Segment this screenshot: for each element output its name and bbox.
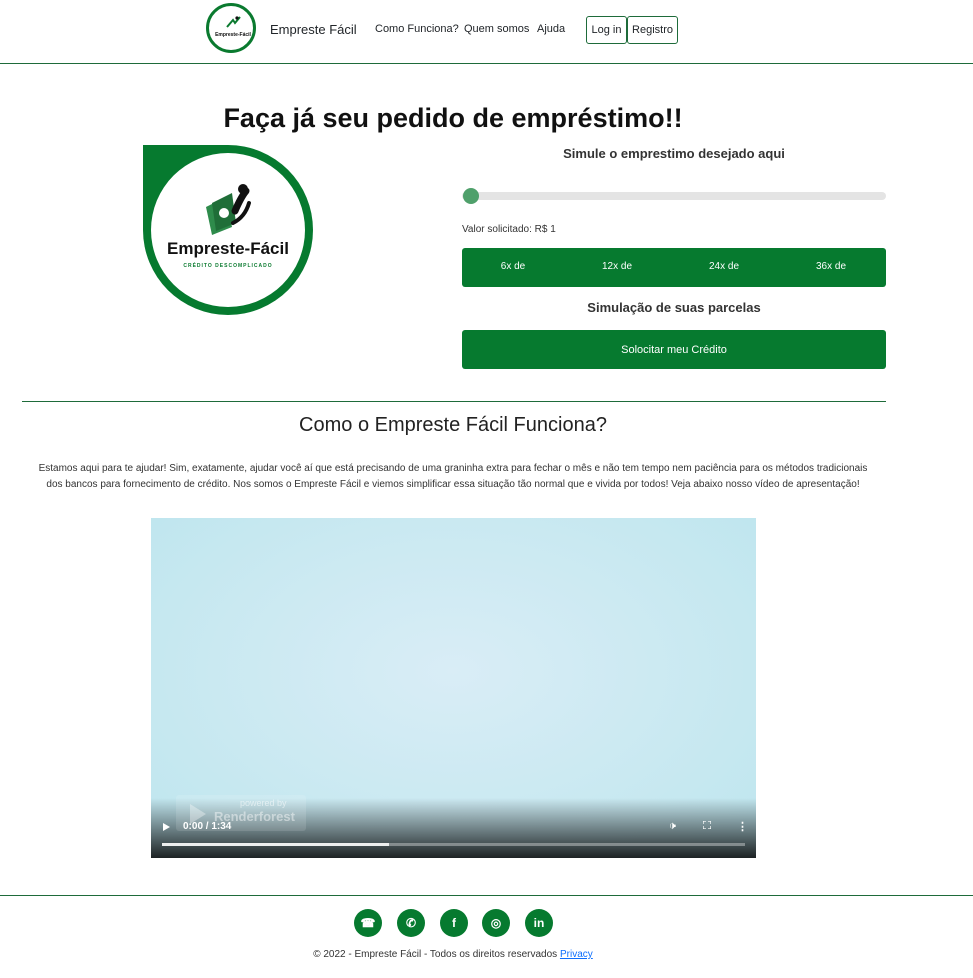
presentation-video[interactable]: powered by Renderforest 0:00 / 1:34 🕩 ⋮ bbox=[151, 518, 756, 858]
top-navbar: Empreste-Fácil Empreste Fácil Como Funci… bbox=[0, 0, 973, 64]
linkedin-icon[interactable]: in bbox=[525, 909, 553, 937]
nav-link-como-funciona[interactable]: Como Funciona? bbox=[375, 23, 459, 35]
empreste-facil-logo: Empreste-Fácil CRÉDITO DESCOMPLICADO bbox=[143, 145, 313, 315]
simulator-title: Simule o emprestimo desejado aqui bbox=[563, 146, 785, 161]
instagram-icon[interactable]: ◎ bbox=[482, 909, 510, 937]
nav-link-quem-somos[interactable]: Quem somos bbox=[464, 23, 529, 35]
installment-6x[interactable]: 6x de bbox=[483, 261, 543, 272]
facebook-icon[interactable]: f bbox=[440, 909, 468, 937]
nav-link-ajuda[interactable]: Ajuda bbox=[537, 23, 565, 35]
logo-title: Empreste-Fácil bbox=[167, 239, 289, 258]
video-time: 0:00 / 1:34 bbox=[183, 821, 232, 832]
section-divider bbox=[22, 401, 886, 402]
requested-value-label: Valor solicitado: R$ 1 bbox=[462, 224, 556, 235]
installments-title: Simulação de suas parcelas bbox=[587, 300, 761, 315]
video-buffered-bar bbox=[162, 843, 389, 846]
play-icon[interactable] bbox=[163, 823, 170, 831]
page-title: Faça já seu pedido de empréstimo!! bbox=[223, 103, 683, 133]
footer-copyright: © 2022 - Empreste Fácil - Todos os direi… bbox=[0, 949, 906, 960]
how-it-works-text: Estamos aqui para te ajudar! Sim, exatam… bbox=[38, 463, 868, 490]
whatsapp-icon[interactable]: ✆ bbox=[397, 909, 425, 937]
watermark-powered-by: powered by bbox=[240, 798, 287, 808]
more-options-icon[interactable]: ⋮ bbox=[737, 820, 748, 833]
brand-name[interactable]: Empreste Fácil bbox=[270, 22, 357, 37]
how-it-works-title: Como o Empreste Fácil Funciona? bbox=[299, 414, 607, 436]
copyright-text: © 2022 - Empreste Fácil - Todos os direi… bbox=[313, 949, 558, 960]
privacy-link[interactable]: Privacy bbox=[560, 949, 593, 960]
slider-thumb[interactable] bbox=[463, 188, 479, 204]
volume-icon[interactable]: 🕩 bbox=[669, 820, 676, 833]
register-button[interactable]: Registro bbox=[627, 16, 678, 44]
request-credit-button[interactable]: Solocitar meu Crédito bbox=[462, 330, 886, 369]
phone-icon[interactable]: ☎ bbox=[354, 909, 382, 937]
brand-logo-text: Empreste-Fácil bbox=[215, 32, 251, 38]
logo-figure-icon bbox=[226, 16, 241, 28]
footer-divider bbox=[0, 895, 973, 896]
logo-subtitle: CRÉDITO DESCOMPLICADO bbox=[183, 261, 272, 269]
installment-12x[interactable]: 12x de bbox=[587, 261, 647, 272]
installment-24x[interactable]: 24x de bbox=[694, 261, 754, 272]
fullscreen-icon[interactable] bbox=[703, 821, 711, 829]
installments-bar: 6x de 12x de 24x de 36x de bbox=[462, 248, 886, 287]
loan-amount-slider[interactable] bbox=[462, 192, 886, 200]
brand-logo[interactable]: Empreste-Fácil bbox=[206, 3, 256, 53]
installment-36x[interactable]: 36x de bbox=[801, 261, 861, 272]
login-button[interactable]: Log in bbox=[586, 16, 627, 44]
